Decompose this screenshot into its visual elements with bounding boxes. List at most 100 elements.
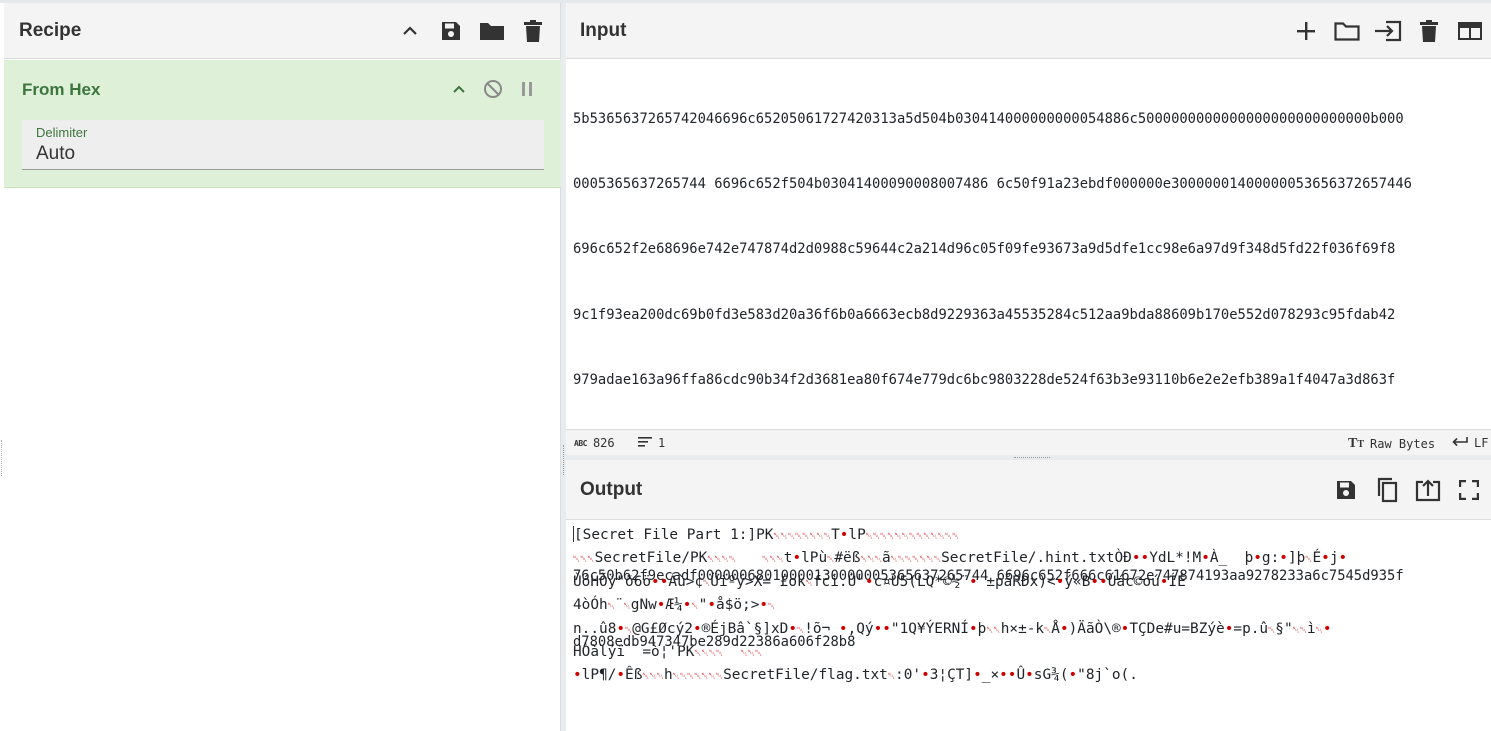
control-char: •	[1120, 620, 1130, 637]
control-char: ␀	[656, 672, 664, 683]
folder-icon[interactable]	[1332, 16, 1362, 46]
control-char: ␀	[890, 555, 898, 566]
chevron-up-icon[interactable]	[395, 16, 425, 46]
input-line: 0005365637265744 6696c652f504b0304140009…	[573, 175, 1412, 192]
control-char: •	[864, 573, 874, 590]
control-char: •	[999, 667, 1008, 684]
operation-controls	[444, 74, 542, 104]
control-char: ␀	[1299, 625, 1308, 636]
output-line: n..û8•␀@G£Øcý2•®ÉjBâ`§]xD•␀!õ¬ •,Qý••"1Q…	[573, 620, 1332, 637]
resize-handle-left[interactable]	[1, 440, 2, 476]
horizontal-resize-grip[interactable]	[1014, 457, 1050, 458]
control-char: ␀	[874, 555, 882, 566]
chevron-up-icon[interactable]	[444, 74, 474, 104]
control-char: •	[1059, 620, 1069, 637]
control-char: ␀	[926, 555, 934, 566]
output-line: [Secret File Part 1:]PK␀␀␀␀␀␀␀␀T•lP␀␀␀␀␀…	[573, 524, 1489, 547]
control-char: ␀	[701, 672, 709, 683]
vertical-resize-grip[interactable]	[563, 445, 564, 475]
output-header-icons	[1331, 475, 1484, 505]
control-char: •	[839, 527, 849, 543]
control-char: •	[838, 620, 848, 637]
control-char: ␀	[649, 672, 657, 683]
control-char: •	[659, 573, 669, 590]
control-char: ␀	[691, 602, 699, 613]
control-char: ␀	[930, 532, 938, 542]
control-char: ␀	[694, 648, 702, 659]
control-char: •	[1322, 620, 1332, 637]
output-title: Output	[580, 478, 643, 500]
folder-icon[interactable]	[477, 16, 507, 46]
control-char: •	[968, 573, 978, 590]
output-line: HÒàlýï =ò¦'PK␀␀␀␀ ␀␀␀	[573, 643, 763, 660]
length-status: ABC 826	[574, 436, 615, 450]
control-char: •	[968, 620, 978, 637]
control-char: ␀	[1292, 625, 1300, 636]
layout-icon[interactable]	[1455, 16, 1485, 46]
control-char: ␀	[887, 672, 896, 683]
control-char: •	[1140, 550, 1150, 567]
control-char: •	[1055, 573, 1065, 590]
trash-icon[interactable]	[1414, 16, 1444, 46]
delimiter-field[interactable]: Delimiter Auto	[22, 120, 544, 170]
control-char: ␀	[1268, 625, 1276, 636]
copy-icon[interactable]	[1372, 475, 1402, 505]
control-char: •	[1201, 550, 1210, 567]
control-char: •	[616, 620, 626, 637]
input-length: 826	[592, 436, 615, 450]
save-icon[interactable]	[436, 16, 466, 46]
eol-status[interactable]: LF	[1452, 436, 1488, 450]
control-char: •	[792, 550, 802, 567]
abc-icon: ABC	[574, 438, 587, 448]
control-char: ␀	[797, 625, 805, 636]
input-line: 5b5365637265742046696c65205061727420313a…	[573, 110, 1404, 127]
output-line-text: [Secret File Part 1:]PK␀␀␀␀␀␀␀␀T•lP␀␀␀␀␀…	[574, 527, 960, 543]
recipe-header-icons	[395, 16, 548, 46]
output-textarea[interactable]: [Secret File Part 1:]PK␀␀␀␀␀␀␀␀T•lP␀␀␀␀␀…	[573, 524, 1489, 688]
disable-icon[interactable]	[478, 74, 508, 104]
output-panel: Output [Secret File Part 1:]PK␀␀␀␀␀␀␀␀T•…	[566, 460, 1491, 731]
control-char: ␀	[986, 625, 994, 636]
control-char: ␀	[701, 648, 709, 659]
control-char: ␀	[805, 578, 813, 589]
control-char: •	[873, 620, 883, 637]
maximize-icon[interactable]	[1454, 475, 1484, 505]
recipe-panel: Recipe From Hex Delimiter Auto	[4, 3, 561, 731]
control-char: ␀	[708, 672, 716, 683]
lines-icon	[638, 436, 652, 450]
input-status-bar: ABC 826 1 TT Raw Bytes LF	[566, 429, 1491, 455]
plus-icon[interactable]	[1291, 16, 1321, 46]
from-hex-operation[interactable]: From Hex Delimiter Auto	[4, 60, 561, 188]
replace-input-icon[interactable]	[1413, 475, 1443, 505]
encoding-status[interactable]: TT Raw Bytes	[1348, 436, 1435, 452]
control-char: ␀	[897, 555, 906, 566]
control-char: ␀	[625, 625, 633, 636]
control-char: •	[1099, 573, 1108, 590]
delimiter-value[interactable]: Auto	[36, 143, 75, 165]
control-char: ␀	[642, 672, 650, 683]
save-icon[interactable]	[1331, 475, 1361, 505]
control-char: ␀	[894, 532, 902, 542]
control-char: ␀	[776, 555, 784, 566]
control-char: •	[1279, 550, 1288, 567]
control-char: •	[573, 667, 582, 684]
control-char: ␀	[827, 555, 835, 566]
control-char: ␀	[901, 532, 909, 542]
control-char: ␀	[780, 532, 788, 542]
import-icon[interactable]	[1373, 16, 1403, 46]
control-char: ␀	[919, 555, 927, 566]
control-char: ␀	[679, 672, 688, 683]
trash-icon[interactable]	[518, 16, 548, 46]
control-char: •	[1068, 667, 1078, 684]
control-char: ␀	[809, 532, 817, 542]
control-char: ␀	[867, 555, 875, 566]
output-line: •lP¶/•Êß␀␀␀h␀␀␀␀␀␀␀SecretFile/flag.txt␀:…	[573, 667, 1138, 684]
control-char: •	[1338, 550, 1348, 567]
control-char: ␀	[1305, 555, 1313, 566]
control-char: ␀	[769, 555, 777, 566]
input-eol[interactable]: LF	[1474, 436, 1488, 450]
input-line: 9c1f93ea200dc69b0fd3e583d20a36f6b0a6663e…	[573, 306, 1396, 323]
input-encoding[interactable]: Raw Bytes	[1370, 437, 1435, 451]
return-icon	[1452, 436, 1468, 450]
pause-icon[interactable]	[512, 74, 542, 104]
